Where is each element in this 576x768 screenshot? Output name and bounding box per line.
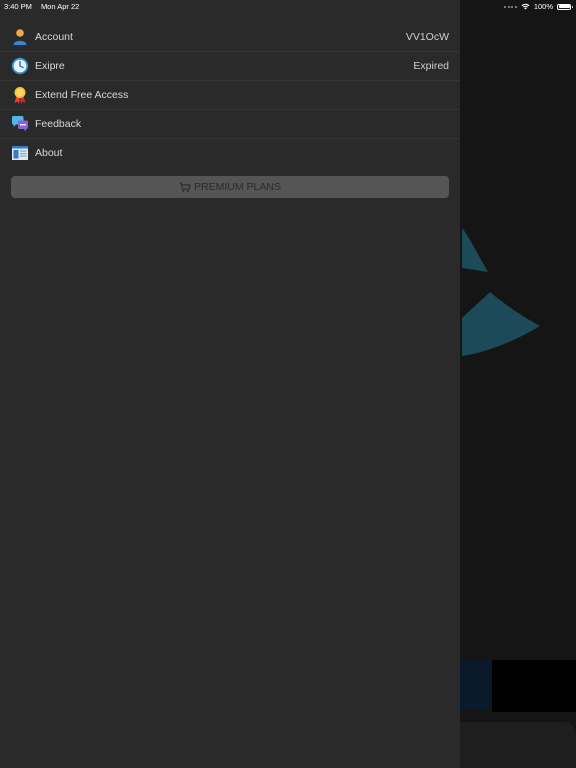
menu-item-expire[interactable]: Exipre Expired [0, 52, 460, 81]
status-date: Mon Apr 22 [40, 2, 80, 11]
account-id-value: VV1OcW [405, 31, 449, 43]
premium-plans-label: PREMIUM PLANS [194, 181, 281, 193]
menu-item-label: Feedback [35, 118, 82, 130]
award-ribbon-icon [14, 87, 26, 104]
menu-item-feedback[interactable]: Feedback [0, 110, 460, 139]
menu-item-account[interactable]: Account VV1OcW [0, 23, 460, 52]
user-icon [13, 29, 27, 45]
cart-icon [179, 182, 191, 192]
info-page-icon [12, 146, 28, 160]
chat-bubbles-icon [12, 116, 28, 132]
status-right: 100% [504, 2, 573, 11]
side-drawer: Account VV1OcW Exipre Expired Extend Fre… [0, 0, 460, 768]
menu-list: Account VV1OcW Exipre Expired Extend Fre… [0, 23, 460, 167]
menu-item-extend-free-access[interactable]: Extend Free Access [0, 81, 460, 110]
battery-icon [557, 3, 573, 10]
premium-plans-button[interactable]: PREMIUM PLANS [11, 176, 449, 198]
menu-item-label: About [35, 147, 63, 159]
menu-item-about[interactable]: About [0, 139, 460, 167]
battery-percent: 100% [533, 2, 553, 11]
wifi-icon [521, 3, 530, 10]
status-bar: 3:40 PM Mon Apr 22 100% [0, 0, 576, 12]
screen: 3:40 PM Mon Apr 22 100% Account VV1OcW E… [0, 0, 576, 768]
status-time: 3:40 PM [4, 2, 32, 11]
background-bottom-bar [440, 722, 576, 768]
menu-item-label: Exipre [35, 60, 65, 72]
battery-fill [558, 5, 570, 8]
clock-icon [11, 57, 29, 75]
menu-item-label: Account [35, 31, 73, 43]
background-ad-area [492, 660, 576, 712]
cellular-signal-icon [504, 5, 517, 8]
expire-status-value: Expired [413, 60, 449, 72]
menu-item-label: Extend Free Access [35, 89, 129, 101]
status-left: 3:40 PM Mon Apr 22 [4, 2, 79, 11]
